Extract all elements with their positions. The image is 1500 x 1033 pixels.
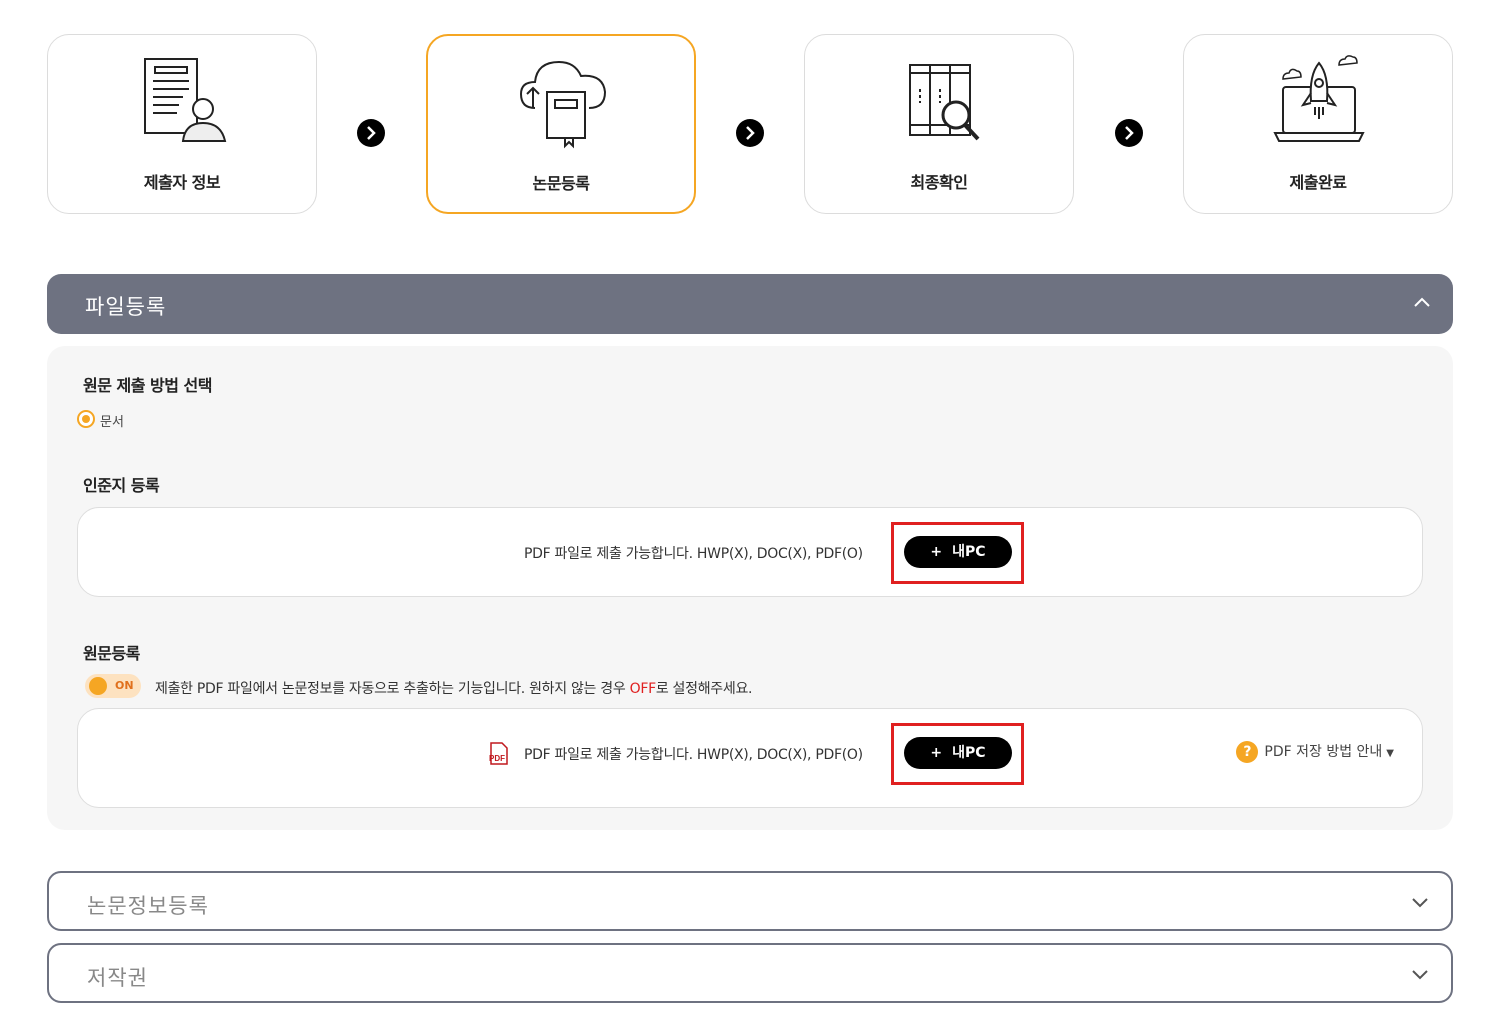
original-heading: 원문등록 bbox=[83, 644, 140, 663]
toggle-desc-off: OFF bbox=[629, 681, 657, 697]
cloud-upload-book-icon bbox=[519, 60, 607, 149]
step-label: 논문등록 bbox=[532, 174, 590, 193]
accordion-file-registration[interactable]: 파일등록 bbox=[47, 274, 1453, 334]
laptop-rocket-icon bbox=[1273, 55, 1365, 142]
step-label: 제출자 정보 bbox=[143, 173, 221, 192]
radio-document[interactable] bbox=[77, 410, 95, 428]
original-note: PDF 파일로 제출 가능합니다. HWP(X), DOC(X), PDF(O) bbox=[524, 747, 863, 763]
books-magnifier-icon bbox=[909, 64, 980, 141]
mypc-label: 내PC bbox=[952, 745, 986, 761]
step-thesis-registration: 논문등록 bbox=[426, 34, 696, 214]
toggle-desc-before: 제출한 PDF 파일에서 논문정보를 자동으로 추출하는 기능입니다. 원하지 … bbox=[155, 681, 630, 697]
accordion-title: 저작권 bbox=[87, 966, 148, 990]
pdf-save-guide-link[interactable]: ? PDF 저장 방법 안내 ▼ bbox=[1236, 741, 1394, 765]
auto-extract-toggle[interactable]: ON bbox=[85, 674, 141, 698]
chevron-down-icon[interactable] bbox=[1409, 891, 1431, 913]
chevron-right-icon bbox=[357, 119, 385, 147]
question-icon: ? bbox=[1236, 741, 1259, 763]
step-submission-complete: 제출완료 bbox=[1183, 34, 1453, 214]
caret-down-icon: ▼ bbox=[1386, 748, 1394, 759]
approval-heading: 인준지 등록 bbox=[83, 476, 160, 495]
approval-upload-box: PDF 파일로 제출 가능합니다. HWP(X), DOC(X), PDF(O)… bbox=[77, 507, 1423, 597]
chevron-right-icon bbox=[736, 119, 764, 147]
toggle-desc-after: 로 설정해주세요. bbox=[655, 681, 753, 697]
chevron-right-icon bbox=[1115, 119, 1143, 147]
approval-note: PDF 파일로 제출 가능합니다. HWP(X), DOC(X), PDF(O) bbox=[524, 546, 863, 562]
accordion-copyright[interactable]: 저작권 bbox=[47, 943, 1453, 1003]
original-mypc-button[interactable]: + 내PC bbox=[904, 737, 1012, 769]
accordion-title: 파일등록 bbox=[85, 295, 167, 319]
guide-label: PDF 저장 방법 안내 bbox=[1264, 744, 1383, 760]
toggle-knob bbox=[89, 677, 107, 695]
step-final-check: 최종확인 bbox=[804, 34, 1074, 214]
accordion-thesis-info[interactable]: 논문정보등록 bbox=[47, 871, 1453, 931]
step-label: 제출완료 bbox=[1289, 173, 1347, 192]
step-submitter-info: 제출자 정보 bbox=[47, 34, 317, 214]
file-registration-panel: 원문 제출 방법 선택 문서 인준지 등록 PDF 파일로 제출 가능합니다. … bbox=[47, 346, 1453, 830]
pdf-file-icon: PDF bbox=[489, 742, 508, 765]
mypc-label: 내PC bbox=[952, 544, 986, 560]
document-person-icon bbox=[144, 58, 227, 142]
plus-icon: + bbox=[930, 745, 943, 761]
accordion-title: 논문정보등록 bbox=[87, 894, 209, 918]
plus-icon: + bbox=[930, 544, 943, 560]
toggle-description: 제출한 PDF 파일에서 논문정보를 자동으로 추출하는 기능입니다. 원하지 … bbox=[155, 678, 753, 698]
chevron-up-icon[interactable] bbox=[1411, 292, 1433, 314]
chevron-down-icon[interactable] bbox=[1409, 963, 1431, 985]
radio-document-label[interactable]: 문서 bbox=[100, 411, 124, 430]
approval-mypc-button[interactable]: + 내PC bbox=[904, 536, 1012, 568]
step-label: 최종확인 bbox=[910, 173, 968, 192]
method-heading: 원문 제출 방법 선택 bbox=[83, 376, 212, 395]
toggle-label: ON bbox=[115, 679, 134, 692]
pdf-icon-text: PDF bbox=[489, 754, 505, 763]
original-upload-box: PDF PDF 파일로 제출 가능합니다. HWP(X), DOC(X), PD… bbox=[77, 708, 1423, 808]
